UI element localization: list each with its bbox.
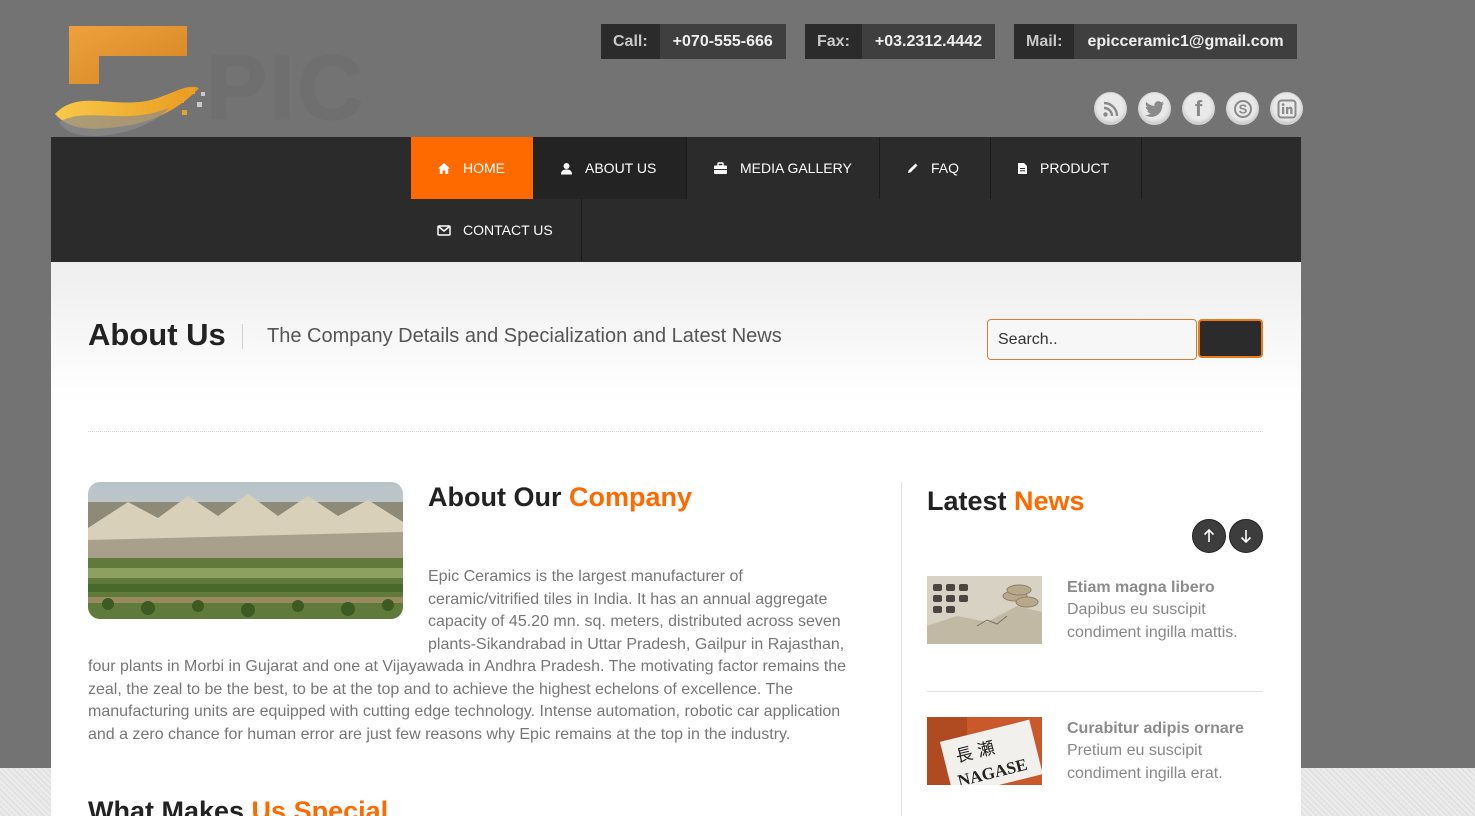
site-logo[interactable]: PIC <box>51 22 381 140</box>
search-button[interactable] <box>1198 319 1263 358</box>
news-desc-2: Pretium eu suscipit condiment ingilla er… <box>1067 742 1223 782</box>
user-icon <box>561 162 572 174</box>
nav-item-faq[interactable]: FAQ <box>880 137 991 199</box>
nav-label-home: HOME <box>463 160 505 176</box>
special-heading-main: What Makes <box>88 796 252 816</box>
call-label: Call: <box>601 24 660 59</box>
news-heading-main: Latest <box>927 486 1015 516</box>
page-subtitle: The Company Details and Specialization a… <box>267 325 782 347</box>
page-title: About Us <box>88 317 226 352</box>
contact-call: Call: +070-555-666 <box>601 24 786 59</box>
news-heading-accent: News <box>1014 486 1085 516</box>
social-links: f S <box>1094 92 1303 125</box>
special-heading: What Makes Us Special <box>88 796 388 816</box>
nav-label-media-gallery: MEDIA GALLERY <box>740 160 852 176</box>
about-heading: About Our Company <box>428 482 692 513</box>
mail-label: Mail: <box>1014 24 1075 59</box>
news-divider <box>927 691 1263 692</box>
nav-label-product: PRODUCT <box>1040 160 1110 176</box>
nav-item-about-us[interactable]: ABOUT US <box>534 137 687 199</box>
nav-item-home[interactable]: HOME <box>411 137 534 199</box>
news-desc-1: Dapibus eu suscipit condiment ingilla ma… <box>1067 601 1238 641</box>
mail-value[interactable]: epicceramic1@gmail.com <box>1074 24 1297 59</box>
logo-text: PIC <box>206 37 366 139</box>
nav-item-product[interactable]: PRODUCT <box>991 137 1142 199</box>
document-icon <box>1018 162 1027 174</box>
pencil-icon <box>908 163 918 173</box>
nav-item-contact-us[interactable]: CONTACT US <box>411 199 582 261</box>
site-wrapper: PIC Call: +070-555-666 Fax: +03.2312.444… <box>51 0 1303 816</box>
column-divider <box>901 482 902 816</box>
arrow-down-icon <box>1240 530 1252 543</box>
special-heading-accent: Us Special <box>251 796 389 816</box>
fax-label: Fax: <box>805 24 862 59</box>
call-value[interactable]: +070-555-666 <box>659 24 786 59</box>
home-icon <box>438 162 450 174</box>
title-divider <box>242 324 243 349</box>
news-title-2[interactable]: Curabitur adipis ornare <box>1067 720 1244 738</box>
svg-text:S: S <box>1238 101 1247 116</box>
facebook-icon[interactable]: f <box>1182 92 1215 125</box>
nav-label-faq: FAQ <box>931 160 960 176</box>
news-thumbnail-2[interactable]: 長 瀬 NAGASE <box>927 717 1042 785</box>
news-scroll-up-button[interactable] <box>1192 519 1226 553</box>
twitter-icon[interactable] <box>1138 92 1171 125</box>
main-content: About Us The Company Details and Special… <box>51 262 1301 816</box>
envelope-icon <box>437 224 451 236</box>
news-title-1[interactable]: Etiam magna libero <box>1067 579 1215 597</box>
nav-label-about-us: ABOUT US <box>585 160 657 176</box>
search-input[interactable] <box>987 319 1197 360</box>
logo-mark-icon <box>55 26 205 136</box>
nav-item-media-gallery[interactable]: MEDIA GALLERY <box>687 137 880 199</box>
rss-icon[interactable] <box>1094 92 1127 125</box>
about-heading-accent: Company <box>568 482 693 512</box>
news-scroll-down-button[interactable] <box>1229 519 1263 553</box>
section-divider <box>88 431 1263 432</box>
contact-fax: Fax: +03.2312.4442 <box>805 24 996 59</box>
fax-value: +03.2312.4442 <box>861 24 996 59</box>
contact-mail: Mail: epicceramic1@gmail.com <box>1014 24 1297 59</box>
news-heading: Latest News <box>927 486 1085 517</box>
nav-label-contact-us: CONTACT US <box>463 222 553 238</box>
linkedin-icon[interactable] <box>1270 92 1303 125</box>
news-thumbnail-1[interactable] <box>927 576 1042 644</box>
about-heading-main: About Our <box>428 482 569 512</box>
skype-icon[interactable]: S <box>1226 92 1259 125</box>
main-navigation: HOME ABOUT US MEDIA GALLERY FAQ PRODUCT … <box>51 137 1301 262</box>
briefcase-icon <box>714 161 727 174</box>
arrow-up-icon <box>1203 529 1215 542</box>
about-text: Epic Ceramics is the largest manufacture… <box>88 566 858 746</box>
